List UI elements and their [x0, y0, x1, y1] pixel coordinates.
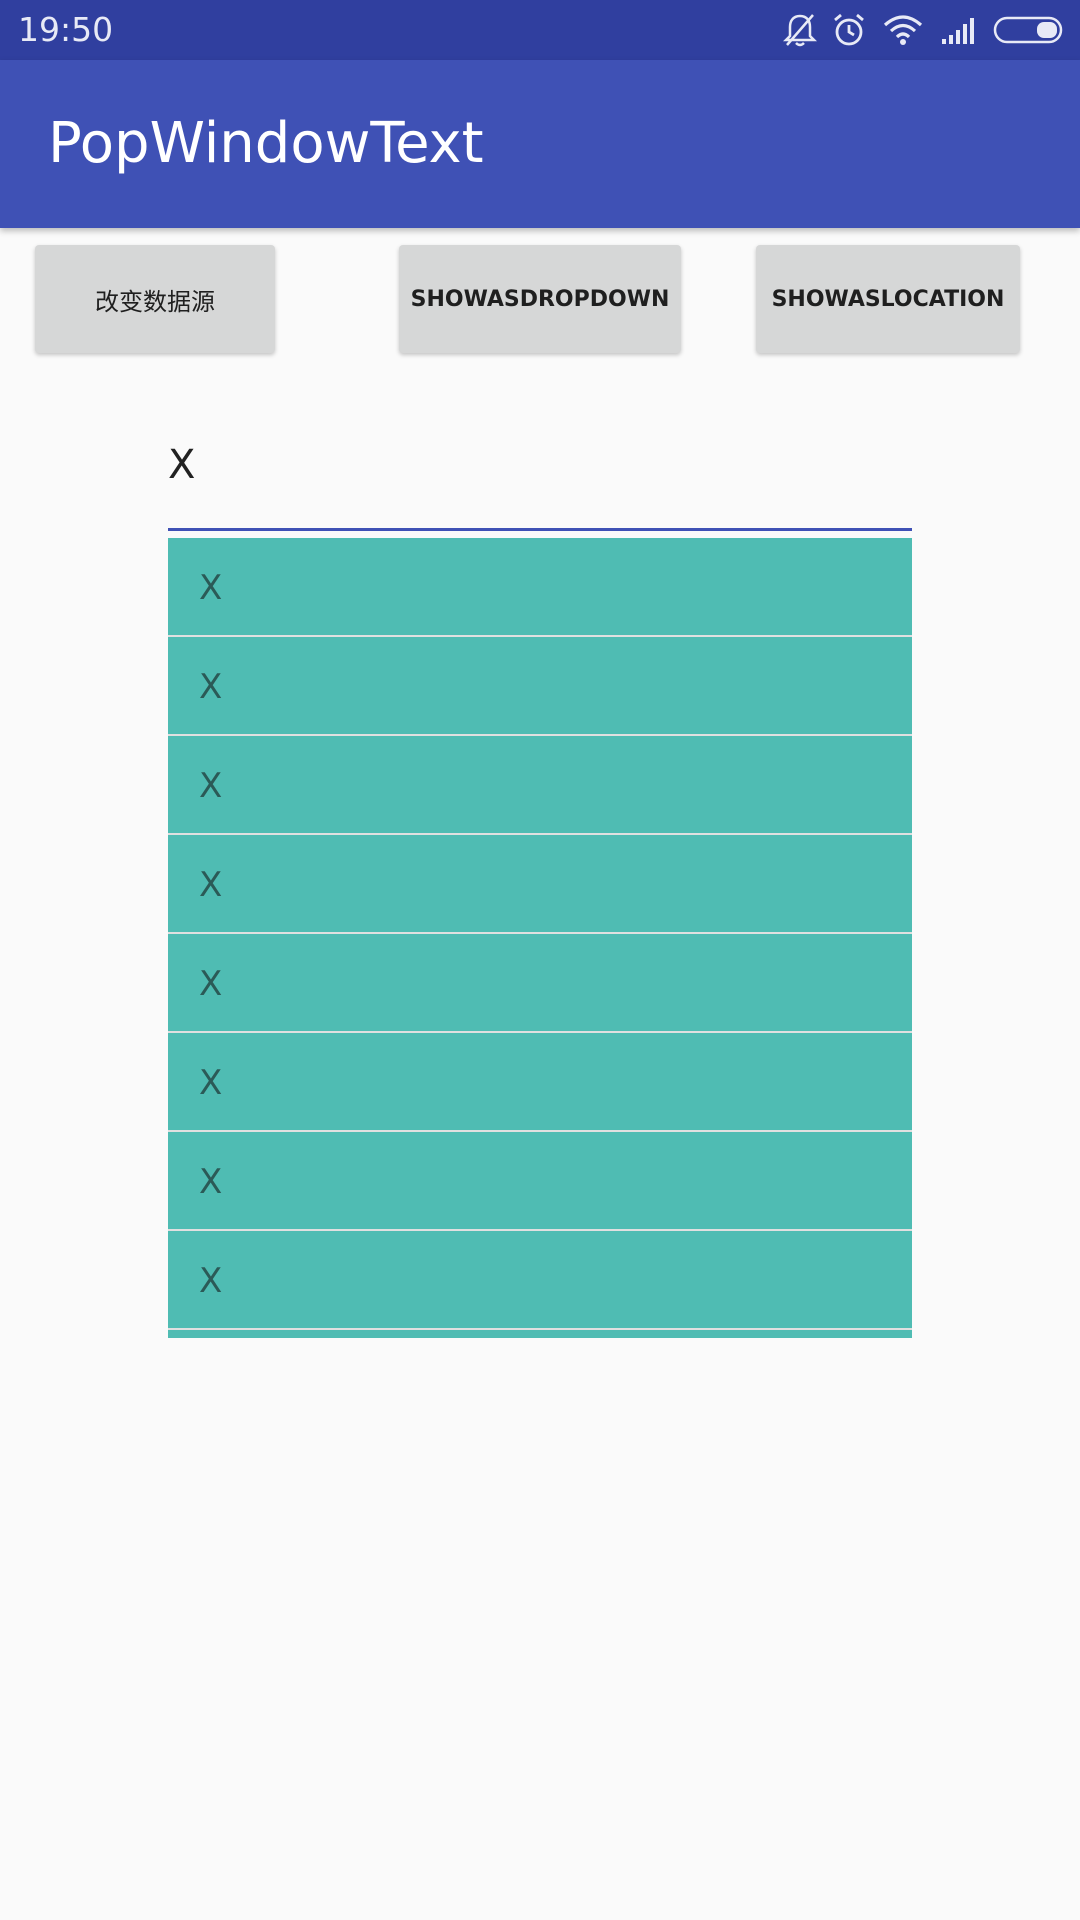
list-item[interactable]: X — [168, 835, 912, 934]
list-item[interactable]: X — [168, 538, 912, 637]
app-bar: PopWindowText — [0, 60, 1080, 228]
show-as-location-button[interactable]: SHOWASLOCATION — [756, 245, 1020, 353]
list-item[interactable]: X — [168, 934, 912, 1033]
list-item-label: X — [199, 865, 223, 905]
text-input[interactable]: X — [168, 442, 195, 488]
status-time: 19:50 — [18, 10, 114, 49]
list-item[interactable]: X — [168, 1132, 912, 1231]
show-as-dropdown-button[interactable]: SHOWASDROPDOWN — [399, 245, 681, 353]
wifi-icon — [883, 14, 923, 46]
status-bar: 19:50 — [0, 0, 1080, 60]
list-item[interactable]: X — [168, 637, 912, 736]
list-item[interactable]: X — [168, 1033, 912, 1132]
signal-icon — [941, 15, 979, 45]
change-data-source-button[interactable]: 改变数据源 — [35, 245, 275, 353]
status-icons — [783, 10, 1065, 50]
alarm-icon — [831, 12, 867, 48]
app-title: PopWindowText — [48, 111, 484, 176]
list-item-label: X — [199, 964, 223, 1004]
list-item-label: X — [199, 667, 223, 707]
list-item-label: X — [199, 1261, 223, 1301]
list-item-label: X — [199, 766, 223, 806]
list-item[interactable]: X — [168, 736, 912, 835]
list-item-label: X — [199, 1162, 223, 1202]
list-item[interactable]: X — [168, 1231, 912, 1330]
list-item-label: X — [199, 1063, 223, 1103]
battery-icon — [993, 16, 1065, 44]
input-underline — [168, 528, 912, 531]
list-item-label: X — [199, 568, 223, 608]
notifications-off-icon — [783, 12, 817, 48]
popup-list[interactable]: X X X X X X X X — [168, 538, 912, 1338]
